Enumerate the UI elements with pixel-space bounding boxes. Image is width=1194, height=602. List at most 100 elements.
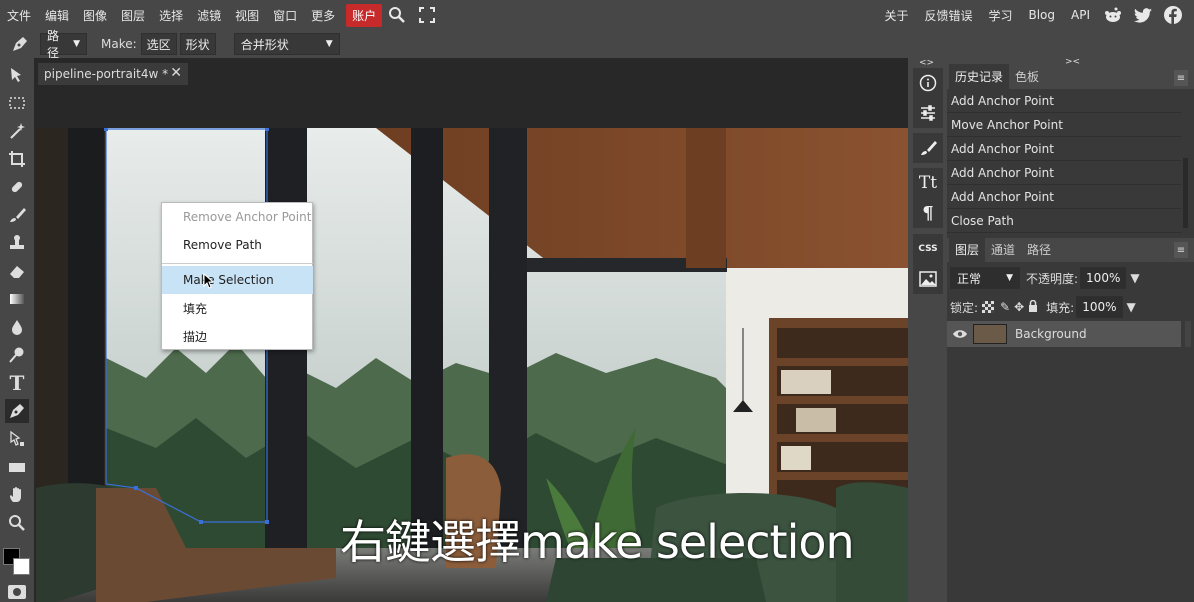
image-icon[interactable] xyxy=(913,264,943,294)
dodge-tool-icon[interactable] xyxy=(5,343,29,367)
menu-layer[interactable]: 图层 xyxy=(114,7,152,24)
menu-view[interactable]: 视图 xyxy=(228,7,266,24)
menu-image[interactable]: 图像 xyxy=(76,7,114,24)
shape-tool-icon[interactable] xyxy=(5,455,29,479)
menu-report-bug[interactable]: 反馈错误 xyxy=(916,7,980,24)
brush-tool-icon[interactable] xyxy=(5,203,29,227)
gradient-tool-icon[interactable] xyxy=(5,287,29,311)
menu-window[interactable]: 窗口 xyxy=(266,7,304,24)
combine-shape-select[interactable]: 合并形状 ▼ xyxy=(233,33,340,55)
eraser-tool-icon[interactable] xyxy=(5,259,29,283)
menu-select[interactable]: 选择 xyxy=(152,7,190,24)
history-item[interactable]: Add Anchor Point xyxy=(947,89,1181,113)
make-label: Make: xyxy=(101,37,137,51)
hand-tool-icon[interactable] xyxy=(5,483,29,507)
history-list: Add Anchor Point Move Anchor Point Add A… xyxy=(947,89,1194,233)
lock-move-icon[interactable]: ✥ xyxy=(1014,300,1024,314)
menu-right-group: 关于 反馈错误 学习 Blog API xyxy=(876,0,1188,30)
layers-panel-menu-icon[interactable]: ≡ xyxy=(1174,242,1188,258)
fill-label: 填充: xyxy=(1046,300,1075,315)
tab-swatches[interactable]: 色板 xyxy=(1009,64,1045,89)
lock-transparency-icon[interactable] xyxy=(982,301,995,313)
history-item[interactable]: Close Path xyxy=(947,209,1181,233)
menu-blog[interactable]: Blog xyxy=(1020,8,1063,22)
paragraph-icon[interactable]: ¶ xyxy=(913,198,943,228)
lock-row: 锁定: ✎ ✥ 填充: 100% ▼ xyxy=(950,296,1136,318)
ctx-remove-path[interactable]: Remove Path xyxy=(162,231,313,259)
type-tool-icon[interactable]: T xyxy=(5,371,29,395)
layer-row-background[interactable]: Background xyxy=(947,321,1181,347)
chevron-down-icon: ▼ xyxy=(1006,273,1013,283)
collapse-left-marker[interactable]: <> xyxy=(919,58,934,68)
account-button[interactable]: 账户 xyxy=(346,3,383,27)
info-icon[interactable] xyxy=(913,68,943,98)
reddit-icon[interactable] xyxy=(1102,4,1124,26)
menu-edit[interactable]: 编辑 xyxy=(38,7,76,24)
twitter-icon[interactable] xyxy=(1132,4,1154,26)
facebook-icon[interactable] xyxy=(1162,4,1184,26)
menu-file[interactable]: 文件 xyxy=(0,7,38,24)
tab-channels[interactable]: 通道 xyxy=(985,237,1021,262)
tab-history[interactable]: 历史记录 xyxy=(949,64,1010,89)
opacity-dropdown-icon[interactable]: ▼ xyxy=(1130,271,1139,285)
background-color-swatch[interactable] xyxy=(13,558,30,575)
ctx-fill[interactable]: 填充 xyxy=(162,294,313,322)
path-select-tool-icon[interactable] xyxy=(5,427,29,451)
opacity-label: 不透明度: xyxy=(1026,271,1079,286)
fullscreen-icon[interactable] xyxy=(416,4,438,26)
healing-tool-icon[interactable] xyxy=(5,175,29,199)
pen-tool-button[interactable] xyxy=(5,399,29,423)
quick-mask-icon[interactable] xyxy=(8,585,26,599)
magic-wand-tool-icon[interactable] xyxy=(5,119,29,143)
ctx-stroke[interactable]: 描边 xyxy=(162,322,313,350)
adjustments-icon[interactable] xyxy=(913,98,943,128)
ctx-make-selection[interactable]: Make Selection xyxy=(162,266,313,294)
history-item[interactable]: Add Anchor Point xyxy=(947,137,1181,161)
stamp-tool-icon[interactable] xyxy=(5,231,29,255)
video-subtitle: 右鍵選擇make selection xyxy=(340,515,855,569)
collapse-right-marker[interactable]: >< xyxy=(1065,57,1080,67)
chevron-down-icon: ▼ xyxy=(325,39,333,49)
menu-api[interactable]: API xyxy=(1063,8,1098,22)
history-panel-menu-icon[interactable]: ≡ xyxy=(1174,70,1188,86)
crop-tool-icon[interactable] xyxy=(5,147,29,171)
css-icon[interactable]: CSS xyxy=(913,234,943,264)
zoom-tool-icon[interactable] xyxy=(5,511,29,535)
menu-more[interactable]: 更多 xyxy=(304,7,342,24)
marquee-tool-icon[interactable] xyxy=(5,91,29,115)
tab-layers[interactable]: 图层 xyxy=(949,237,986,262)
menu-learn[interactable]: 学习 xyxy=(980,7,1020,24)
layers-scrollbar[interactable] xyxy=(1185,321,1191,347)
search-icon[interactable] xyxy=(386,4,408,26)
layers-panel: 图层 通道 路径 ≡ 正常 ▼ 不透明度: 100% ▼ 锁定: ✎ ✥ 填充:… xyxy=(947,237,1194,602)
path-mode-select[interactable]: 路径 ▼ xyxy=(40,29,87,60)
blur-tool-icon[interactable] xyxy=(5,315,29,339)
layer-name: Background xyxy=(1015,327,1087,341)
eye-visibility-icon[interactable] xyxy=(947,329,973,339)
close-icon[interactable]: ✕ xyxy=(170,65,182,81)
brush-settings-icon[interactable] xyxy=(913,133,943,163)
history-item[interactable]: Add Anchor Point xyxy=(947,185,1181,209)
fill-dropdown-icon[interactable]: ▼ xyxy=(1127,300,1136,314)
history-item[interactable]: Move Anchor Point xyxy=(947,113,1181,137)
opacity-input[interactable]: 100% xyxy=(1080,267,1127,289)
history-panel: >< 历史记录 色板 ≡ Add Anchor Point Move Ancho… xyxy=(947,57,1194,238)
character-icon[interactable]: Tt xyxy=(913,168,943,198)
lock-all-icon[interactable] xyxy=(1028,299,1038,315)
make-shape-button[interactable]: 形状 xyxy=(179,33,216,55)
color-swatches[interactable] xyxy=(3,548,31,576)
document-tab[interactable]: pipeline-portrait4w * ✕ xyxy=(38,63,188,85)
history-item[interactable]: Add Anchor Point xyxy=(947,161,1181,185)
tab-paths[interactable]: 路径 xyxy=(1021,237,1057,262)
menu-about[interactable]: 关于 xyxy=(876,7,916,24)
menu-filter[interactable]: 滤镜 xyxy=(190,7,228,24)
fill-input[interactable]: 100% xyxy=(1076,296,1123,318)
pen-tool-icon xyxy=(0,35,40,53)
lock-paint-icon[interactable]: ✎ xyxy=(1000,300,1010,314)
blend-mode-select[interactable]: 正常 ▼ xyxy=(950,267,1020,289)
move-tool-icon[interactable] xyxy=(5,63,29,87)
chevron-down-icon: ▼ xyxy=(73,39,80,49)
make-selection-button[interactable]: 选区 xyxy=(140,33,177,55)
mouse-cursor-icon xyxy=(203,272,215,292)
history-scrollbar[interactable] xyxy=(1183,158,1188,228)
